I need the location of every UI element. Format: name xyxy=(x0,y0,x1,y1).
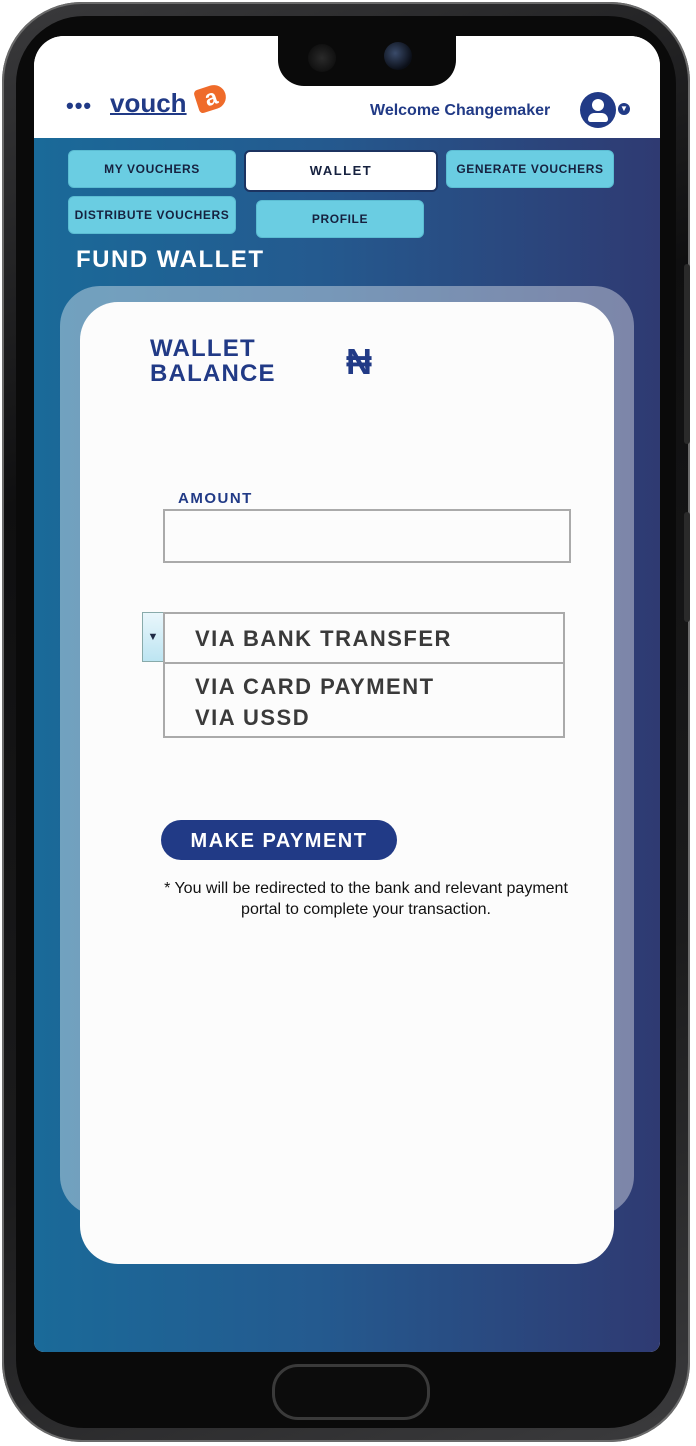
menu-dots-icon[interactable]: ••• xyxy=(66,95,92,117)
select-divider xyxy=(165,662,563,664)
amount-input[interactable] xyxy=(163,509,571,563)
wallet-balance-label: WALLET BALANCE xyxy=(150,336,276,386)
wallet-label-line2: BALANCE xyxy=(150,360,276,387)
tab-distribute-vouchers[interactable]: DISTRIBUTE VOUCHERS xyxy=(68,196,236,234)
tab-my-vouchers[interactable]: MY VOUCHERS xyxy=(68,150,236,188)
option-ussd[interactable]: VIA USSD xyxy=(195,705,310,731)
redirect-note: * You will be redirected to the bank and… xyxy=(164,880,568,918)
tab-wallet[interactable]: WALLET xyxy=(244,150,438,192)
logo-tag-icon: a xyxy=(193,81,229,115)
main-content: MY VOUCHERS WALLET GENERATE VOUCHERS DIS… xyxy=(34,138,660,1352)
chevron-down-icon[interactable]: ▼ xyxy=(618,103,630,115)
app-screen: ••• vouch a Welcome Changemaker ▼ MY VOU… xyxy=(34,36,660,1352)
option-bank-transfer[interactable]: VIA BANK TRANSFER xyxy=(195,626,452,652)
wallet-label-line1: WALLET xyxy=(150,335,256,362)
dropdown-arrow-icon[interactable]: ▼ xyxy=(142,612,164,662)
avatar-head xyxy=(592,99,604,111)
payment-method-select[interactable]: VIA BANK TRANSFER VIA CARD PAYMENT VIA U… xyxy=(163,612,565,738)
sensor-icon xyxy=(308,44,336,72)
camera-notch xyxy=(278,36,456,86)
volume-button xyxy=(684,512,690,622)
option-card-payment[interactable]: VIA CARD PAYMENT xyxy=(195,674,435,700)
home-button xyxy=(272,1364,430,1420)
tab-profile[interactable]: PROFILE xyxy=(256,200,424,238)
user-avatar-icon[interactable] xyxy=(580,92,616,128)
power-button xyxy=(684,264,690,444)
make-payment-button[interactable]: MAKE PAYMENT xyxy=(161,820,397,860)
page-title: FUND WALLET xyxy=(76,246,265,273)
naira-currency-icon: ₦ xyxy=(346,341,372,382)
tab-generate-vouchers[interactable]: GENERATE VOUCHERS xyxy=(446,150,614,188)
welcome-text: Welcome Changemaker xyxy=(370,102,551,119)
camera-icon xyxy=(384,42,412,70)
fund-wallet-card: WALLET BALANCE ₦ AMOUNT ▼ VIA BANK TRANS… xyxy=(80,302,614,1264)
logo: vouch xyxy=(110,88,187,118)
avatar-body xyxy=(588,113,608,122)
amount-label: AMOUNT xyxy=(178,490,253,507)
